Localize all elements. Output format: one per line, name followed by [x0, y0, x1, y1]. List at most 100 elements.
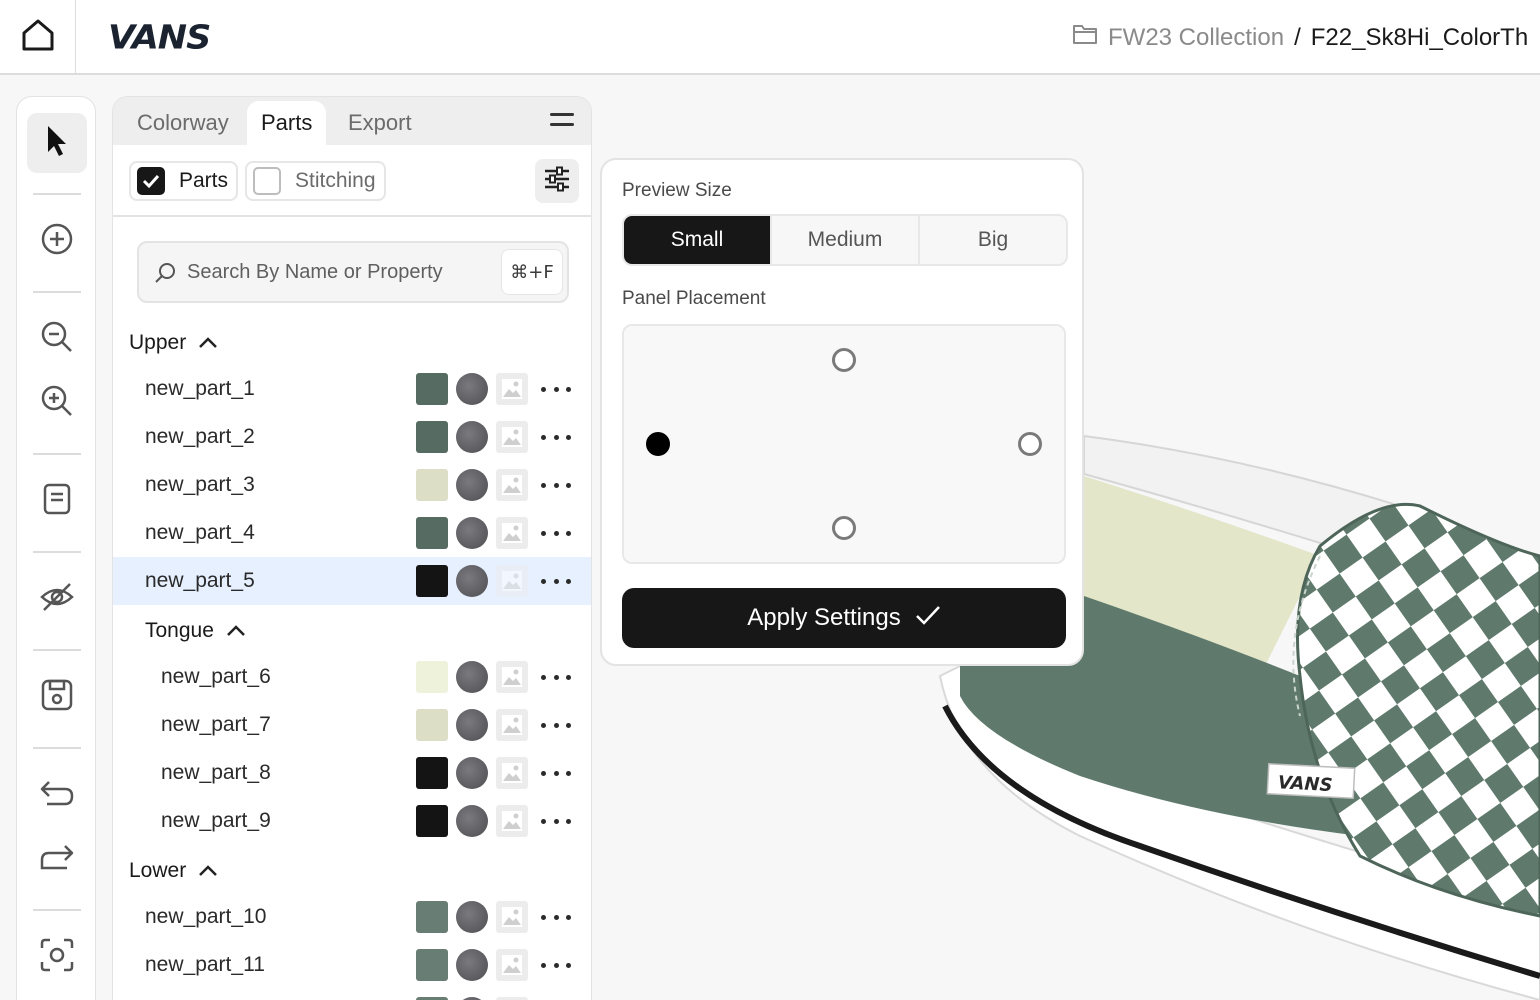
tab-parts[interactable]: Parts	[247, 101, 327, 145]
select-tool-button[interactable]	[27, 113, 87, 173]
material-swatch[interactable]	[456, 661, 488, 693]
more-options-button[interactable]	[541, 375, 571, 403]
part-name: new_part_6	[161, 665, 271, 688]
image-icon[interactable]	[496, 805, 528, 837]
panel-menu-button[interactable]	[549, 109, 577, 133]
image-icon[interactable]	[496, 757, 528, 789]
size-small-option[interactable]: Small	[624, 216, 772, 264]
size-big-option[interactable]: Big	[920, 216, 1066, 264]
add-part-button[interactable]	[27, 211, 87, 271]
tab-export[interactable]: Export	[334, 101, 426, 145]
color-swatch[interactable]	[416, 805, 448, 837]
toolbar-divider	[33, 193, 81, 195]
part-row[interactable]: new_part_1	[113, 365, 591, 413]
material-swatch[interactable]	[456, 949, 488, 981]
home-button[interactable]	[0, 0, 76, 74]
material-swatch[interactable]	[456, 469, 488, 501]
placement-bottom-radio[interactable]	[832, 516, 856, 540]
save-button[interactable]	[27, 667, 87, 727]
part-row[interactable]: new_part_11	[113, 941, 591, 989]
undo-button[interactable]	[27, 765, 87, 825]
part-name: new_part_10	[145, 905, 267, 928]
color-swatch[interactable]	[416, 661, 448, 693]
size-medium-option[interactable]: Medium	[772, 216, 920, 264]
toolbar-divider	[33, 453, 81, 455]
part-row[interactable]: new_part_6	[113, 653, 591, 701]
color-swatch[interactable]	[416, 469, 448, 501]
material-swatch[interactable]	[456, 805, 488, 837]
group-lower-header[interactable]: Lower	[129, 859, 218, 883]
part-row[interactable]: new_part_8	[113, 749, 591, 797]
image-icon[interactable]	[496, 469, 528, 501]
placement-top-radio[interactable]	[832, 348, 856, 372]
placement-left-radio[interactable]	[646, 432, 670, 456]
more-options-button[interactable]	[541, 903, 571, 931]
tab-colorway[interactable]: Colorway	[123, 101, 243, 145]
more-options-button[interactable]	[541, 807, 571, 835]
more-options-button[interactable]	[541, 951, 571, 979]
material-swatch[interactable]	[456, 901, 488, 933]
color-swatch[interactable]	[416, 709, 448, 741]
color-swatch[interactable]	[416, 901, 448, 933]
color-swatch[interactable]	[416, 517, 448, 549]
search-input[interactable]: Search By Name or Property ⌘+F	[137, 241, 569, 303]
part-row-selected[interactable]: new_part_5	[113, 557, 591, 605]
zoom-in-button[interactable]	[27, 373, 87, 433]
toolbar-divider	[33, 551, 81, 553]
placement-right-radio[interactable]	[1018, 432, 1042, 456]
image-icon[interactable]	[496, 517, 528, 549]
stitching-checkbox[interactable]	[253, 167, 281, 195]
material-swatch[interactable]	[456, 565, 488, 597]
image-icon[interactable]	[496, 949, 528, 981]
material-swatch[interactable]	[456, 757, 488, 789]
color-swatch[interactable]	[416, 421, 448, 453]
color-swatch[interactable]	[416, 949, 448, 981]
group-upper-header[interactable]: Upper	[129, 331, 218, 355]
more-options-button[interactable]	[541, 567, 571, 595]
part-row[interactable]: new_part_10	[113, 893, 591, 941]
image-icon[interactable]	[496, 661, 528, 693]
redo-button[interactable]	[27, 829, 87, 889]
part-row-partial[interactable]	[113, 989, 591, 1000]
image-icon[interactable]	[496, 901, 528, 933]
part-row[interactable]: new_part_3	[113, 461, 591, 509]
image-icon[interactable]	[496, 565, 528, 597]
more-options-button[interactable]	[541, 663, 571, 691]
part-name: new_part_9	[161, 809, 271, 832]
apply-settings-button[interactable]: Apply Settings	[622, 588, 1066, 648]
part-name: new_part_11	[145, 953, 265, 976]
group-tongue-header[interactable]: Tongue	[145, 619, 246, 643]
material-swatch[interactable]	[456, 421, 488, 453]
panel-placement-label: Panel Placement	[622, 288, 766, 309]
more-options-button[interactable]	[541, 759, 571, 787]
chevron-up-icon	[198, 859, 218, 883]
material-swatch[interactable]	[456, 373, 488, 405]
filter-settings-button[interactable]	[535, 159, 579, 203]
color-swatch[interactable]	[416, 565, 448, 597]
parts-checkbox[interactable]	[137, 167, 165, 195]
breadcrumb: FW23 Collection / F22_Sk8Hi_ColorTh	[1072, 22, 1528, 53]
image-icon[interactable]	[496, 373, 528, 405]
zoom-out-button[interactable]	[27, 309, 87, 369]
image-icon[interactable]	[496, 709, 528, 741]
stitching-filter-chip[interactable]: Stitching	[245, 161, 386, 201]
notes-button[interactable]	[27, 471, 87, 531]
more-options-button[interactable]	[541, 711, 571, 739]
breadcrumb-parent[interactable]: FW23 Collection	[1108, 24, 1284, 52]
color-swatch[interactable]	[416, 373, 448, 405]
part-row[interactable]: new_part_2	[113, 413, 591, 461]
material-swatch[interactable]	[456, 709, 488, 741]
part-row[interactable]: new_part_7	[113, 701, 591, 749]
visibility-button[interactable]	[27, 569, 87, 629]
image-icon[interactable]	[496, 421, 528, 453]
more-options-button[interactable]	[541, 471, 571, 499]
part-row[interactable]: new_part_9	[113, 797, 591, 845]
part-row[interactable]: new_part_4	[113, 509, 591, 557]
color-swatch[interactable]	[416, 757, 448, 789]
more-options-button[interactable]	[541, 423, 571, 451]
parts-filter-chip[interactable]: Parts	[129, 161, 239, 201]
search-shortcut: ⌘+F	[501, 249, 563, 295]
more-options-button[interactable]	[541, 519, 571, 547]
material-swatch[interactable]	[456, 517, 488, 549]
capture-button[interactable]	[27, 927, 87, 987]
